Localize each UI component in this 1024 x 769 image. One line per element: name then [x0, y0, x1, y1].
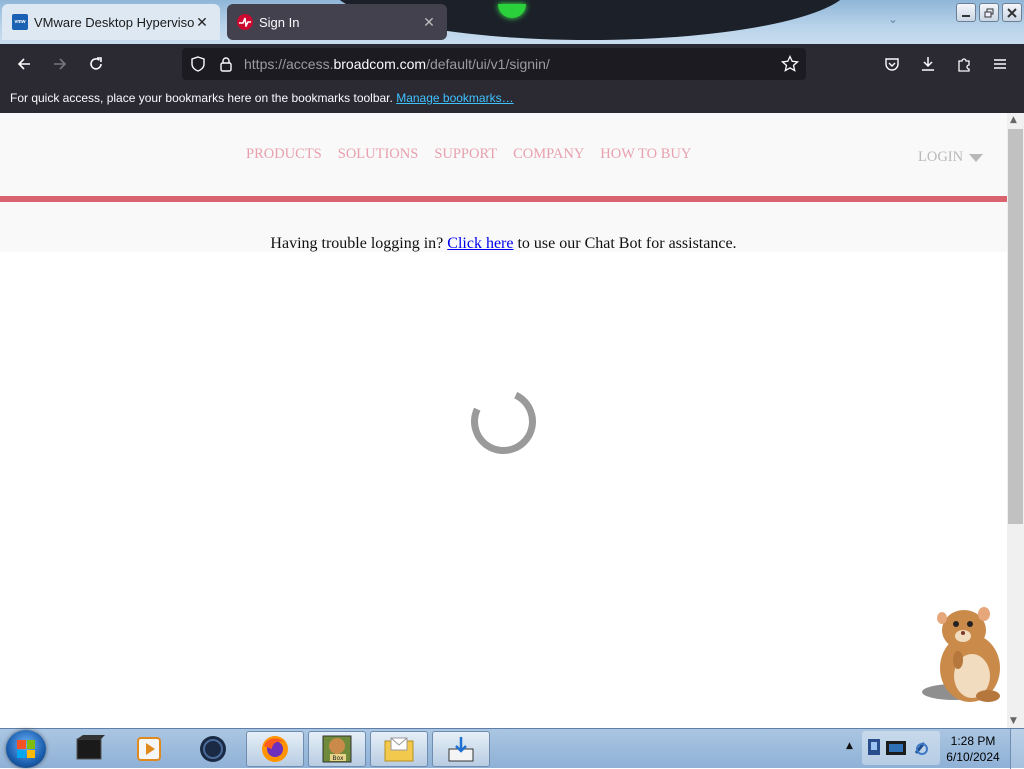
windows-logo-icon: [17, 740, 35, 758]
login-label: LOGIN: [918, 149, 964, 165]
download-tray-icon: [448, 737, 474, 762]
terminal-app-icon: [76, 735, 105, 760]
notice-text-after: to use our Chat Bot for assistance.: [517, 235, 737, 252]
url-text[interactable]: https://access.broadcom.com/default/ui/v…: [244, 56, 550, 72]
taskbar-firefox-app[interactable]: [246, 731, 304, 767]
url-host: broadcom.com: [333, 56, 427, 72]
nav-support[interactable]: SUPPORT: [434, 146, 497, 163]
navigation-toolbar: https://access.broadcom.com/default/ui/v…: [0, 44, 1024, 84]
chat-bot-link[interactable]: Click here: [447, 235, 513, 252]
back-arrow-icon: [17, 58, 30, 70]
app-menu-button[interactable]: [986, 50, 1014, 78]
box-label: Box: [332, 755, 344, 762]
start-button[interactable]: [6, 730, 46, 768]
tray-icons: [862, 731, 940, 765]
hardware-tray-icon[interactable]: [886, 741, 906, 755]
show-hidden-icons-icon[interactable]: ▲: [846, 741, 853, 751]
hamster-mascot-icon[interactable]: [918, 600, 1010, 712]
tab-title: VMware Desktop Hypervisors fo: [34, 14, 194, 30]
extensions-button[interactable]: [950, 50, 978, 78]
reload-button[interactable]: [82, 50, 110, 78]
wifi-status-icon[interactable]: [914, 742, 928, 755]
hamburger-menu-icon: [994, 59, 1006, 69]
downloads-button[interactable]: [914, 50, 942, 78]
nav-company[interactable]: COMPANY: [513, 146, 584, 163]
show-desktop-button[interactable]: [1010, 729, 1024, 769]
restore-window-button[interactable]: [979, 3, 999, 22]
reload-icon: [90, 57, 102, 70]
taskbar-terminal-app[interactable]: [60, 731, 118, 767]
notice-text-before: Having trouble logging in?: [270, 235, 444, 252]
vmware-favicon-icon: vmw: [12, 14, 28, 30]
taskbar-dark-globe-app[interactable]: [184, 731, 242, 767]
url-path: /default/ui/v1/signin/: [426, 56, 550, 72]
browser-tab-strip: vmw VMware Desktop Hypervisors fo ✕ Sign…: [0, 0, 1024, 44]
list-all-tabs-icon[interactable]: ⌄: [888, 12, 898, 26]
bookmarks-hint: For quick access, place your bookmarks h…: [10, 91, 393, 105]
close-window-button[interactable]: [1002, 3, 1022, 22]
tab-vmware[interactable]: vmw VMware Desktop Hypervisors fo ✕: [2, 4, 220, 40]
windows-taskbar: Box ▲ 1:28 PM 6/10/2024: [0, 728, 1024, 769]
download-icon: [922, 57, 934, 71]
web-page: PRODUCTS SOLUTIONS SUPPORT COMPANY HOW T…: [0, 113, 1007, 728]
taskbar-hamster-box-app[interactable]: Box: [308, 731, 366, 767]
mail-folder-icon: [384, 737, 414, 762]
url-prefix: https://access.: [244, 56, 334, 72]
forward-button[interactable]: [46, 50, 74, 78]
hamster-box-icon: Box: [322, 735, 352, 763]
bookmarks-toolbar: For quick access, place your bookmarks h…: [0, 84, 1024, 113]
manage-bookmarks-link[interactable]: Manage bookmarks…: [396, 91, 513, 105]
login-dropdown[interactable]: LOGIN: [918, 149, 984, 166]
back-button[interactable]: [10, 50, 38, 78]
dark-globe-icon: [200, 736, 226, 762]
caret-down-icon: [969, 153, 984, 162]
lock-icon[interactable]: [216, 54, 236, 74]
taskbar-clock[interactable]: 1:28 PM 6/10/2024: [938, 733, 1008, 765]
address-bar[interactable]: https://access.broadcom.com/default/ui/v…: [182, 48, 806, 80]
nav-solutions[interactable]: SOLUTIONS: [338, 146, 419, 163]
clock-time: 1:28 PM: [950, 734, 996, 748]
site-header: PRODUCTS SOLUTIONS SUPPORT COMPANY HOW T…: [0, 113, 1007, 197]
taskbar-media-player-app[interactable]: [120, 731, 178, 767]
loading-spinner-icon: [461, 379, 546, 464]
pocket-icon: [885, 58, 899, 71]
minimize-window-button[interactable]: [956, 3, 976, 22]
network-icon[interactable]: [868, 739, 880, 755]
tracking-protection-shield-icon[interactable]: [188, 54, 208, 74]
clock-date: 6/10/2024: [946, 750, 1000, 764]
forward-arrow-icon: [54, 58, 67, 70]
puzzle-icon: [958, 58, 970, 72]
scrollbar-thumb[interactable]: [1008, 129, 1023, 524]
system-tray: ▲ 1:28 PM 6/10/2024: [840, 729, 1024, 769]
site-nav: PRODUCTS SOLUTIONS SUPPORT COMPANY HOW T…: [246, 146, 691, 163]
nav-how-to-buy[interactable]: HOW TO BUY: [600, 146, 691, 163]
close-tab-icon[interactable]: ✕: [194, 14, 210, 30]
broadcom-favicon-icon: [237, 14, 253, 30]
login-help-notice: Having trouble logging in? Click here to…: [0, 202, 1007, 252]
close-tab-icon[interactable]: ✕: [421, 14, 437, 30]
tab-title: Sign In: [259, 14, 300, 30]
taskbar-download-app[interactable]: [432, 731, 490, 767]
scroll-down-icon[interactable]: ▼: [1010, 716, 1017, 726]
media-player-icon: [137, 737, 161, 761]
pocket-button[interactable]: [878, 50, 906, 78]
bookmark-star-icon[interactable]: [780, 54, 800, 74]
taskbar-mail-app[interactable]: [370, 731, 428, 767]
scroll-up-icon[interactable]: ▲: [1010, 115, 1017, 125]
tab-sign-in[interactable]: Sign In ✕: [227, 4, 447, 40]
nav-products[interactable]: PRODUCTS: [246, 146, 322, 163]
firefox-icon: [262, 736, 288, 762]
